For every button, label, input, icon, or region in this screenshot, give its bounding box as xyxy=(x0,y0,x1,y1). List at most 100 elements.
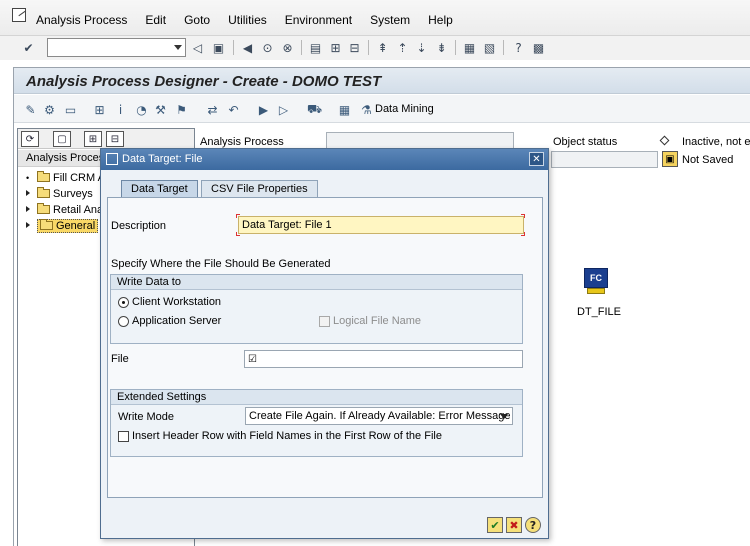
find-next-icon[interactable]: ⊟ xyxy=(347,40,362,55)
client-workstation-radio[interactable] xyxy=(118,297,129,308)
table-icon[interactable]: ▦ xyxy=(337,102,352,117)
file-target-icon-text: FC xyxy=(584,268,608,288)
field-corner-mark xyxy=(236,232,240,236)
write-mode-select[interactable]: Create File Again. If Already Available:… xyxy=(245,407,513,425)
tab-data-target[interactable]: Data Target xyxy=(121,180,198,197)
header-row-label: Insert Header Row with Field Names in th… xyxy=(132,430,442,442)
menu-items: Analysis Process Edit Goto Utilities Env… xyxy=(36,13,471,27)
menu-bar: Analysis Process Edit Goto Utilities Env… xyxy=(0,0,750,36)
undo-icon[interactable]: ↶ xyxy=(226,102,241,117)
menu-edit[interactable]: Edit xyxy=(145,13,166,27)
menu-icon[interactable] xyxy=(12,8,26,22)
folder-icon xyxy=(40,219,53,230)
analysis-process-field[interactable] xyxy=(326,132,514,149)
edit-pencil-icon[interactable]: ✎ xyxy=(23,102,38,117)
create-session-icon[interactable]: ▦ xyxy=(462,40,477,55)
file-target-icon[interactable]: FC xyxy=(584,268,608,296)
file-target-icon-base xyxy=(587,288,605,294)
truck-icon[interactable]: ⛟ xyxy=(307,102,322,117)
exit-icon[interactable]: ⊙ xyxy=(260,40,275,55)
next-page-icon[interactable]: ⇣ xyxy=(414,40,429,55)
application-toolbar: ✎ ⚙ ▭ ⊞ ⅰ ◔ ⚒ ⚑ ⇄ ↶ ▶ ▷ ⛟ ▦ ⚗ Data Minin… xyxy=(14,95,750,123)
command-field[interactable] xyxy=(47,38,186,57)
menu-help[interactable]: Help xyxy=(428,13,453,27)
tree-item-label: Fill CRM A xyxy=(53,172,105,184)
write-mode-value: Create File Again. If Already Available:… xyxy=(249,410,511,422)
enter-icon[interactable]: ✔ xyxy=(21,40,36,55)
toolbar-separator xyxy=(368,40,369,55)
tab-csv-file-properties[interactable]: CSV File Properties xyxy=(201,180,318,197)
activate-icon[interactable]: ⚙ xyxy=(42,102,57,117)
application-server-label: Application Server xyxy=(132,315,222,327)
tree-item-label: Retail Ana xyxy=(53,204,104,216)
file-field[interactable]: ☑ xyxy=(244,350,523,368)
last-page-icon[interactable]: ⇟ xyxy=(434,40,449,55)
tree-item[interactable]: Retail Ana xyxy=(26,203,104,219)
back-icon[interactable]: ◀ xyxy=(240,40,255,55)
first-page-icon[interactable]: ⇞ xyxy=(375,40,390,55)
menu-system[interactable]: System xyxy=(370,13,410,27)
expand-arrow-icon[interactable] xyxy=(26,222,30,228)
tree-item[interactable]: Surveys xyxy=(26,187,93,203)
client-workstation-label: Client Workstation xyxy=(132,296,222,308)
check-icon[interactable]: ◔ xyxy=(134,102,149,117)
toolbar-separator xyxy=(301,40,302,55)
help-question-icon[interactable]: ? xyxy=(525,517,541,533)
object-status-field[interactable] xyxy=(551,151,658,168)
dialog-title-bar: Data Target: File ✕ xyxy=(101,149,548,170)
application-server-radio[interactable] xyxy=(118,316,129,327)
tree-toolbar: ⟳ ▢ ⊞ ⊟ xyxy=(18,129,194,149)
title-band: Analysis Process Designer - Create - DOM… xyxy=(14,68,750,94)
menu-analysis-process[interactable]: Analysis Process xyxy=(36,13,127,27)
folder-icon xyxy=(37,171,50,182)
extended-settings-group: Extended Settings Write Mode Create File… xyxy=(110,389,523,457)
chevron-down-icon[interactable] xyxy=(174,45,182,50)
tree-item[interactable]: • Fill CRM A xyxy=(26,171,105,187)
dialog-title: Data Target: File xyxy=(122,153,203,165)
folder-icon xyxy=(37,187,50,198)
expand-arrow-icon[interactable] xyxy=(26,190,30,196)
status-text: Inactive, not e xyxy=(682,136,750,148)
tree-new-icon[interactable]: ▢ xyxy=(53,131,71,147)
description-label: Description xyxy=(111,220,167,232)
chevron-down-icon[interactable] xyxy=(500,414,508,419)
header-row-checkbox[interactable] xyxy=(118,431,129,442)
layout-icon[interactable]: ▩ xyxy=(531,40,546,55)
save-icon[interactable]: ▣ xyxy=(211,40,226,55)
description-field[interactable]: Data Target: File 1 xyxy=(238,216,524,234)
find-icon[interactable]: ⊞ xyxy=(328,40,343,55)
write-mode-label: Write Mode xyxy=(118,411,175,423)
previous-page-icon[interactable]: ⇡ xyxy=(395,40,410,55)
transport-icon[interactable]: ⇄ xyxy=(205,102,220,117)
hierarchy-icon[interactable]: ⊞ xyxy=(92,102,107,117)
info-icon[interactable]: ⅰ xyxy=(113,102,128,117)
tree-find-next-icon[interactable]: ⊟ xyxy=(106,131,124,147)
display-icon[interactable]: ▭ xyxy=(63,102,78,117)
shortcut-icon[interactable]: ▧ xyxy=(482,40,497,55)
cancel-icon[interactable]: ⊗ xyxy=(280,40,295,55)
help-icon[interactable]: ? xyxy=(511,40,526,55)
execute-icon[interactable]: ▶ xyxy=(256,102,271,117)
data-mining-label[interactable]: Data Mining xyxy=(375,103,434,115)
tree-item-label: General xyxy=(56,220,96,232)
settings-icon[interactable]: ⚒ xyxy=(153,102,168,117)
menu-environment[interactable]: Environment xyxy=(285,13,352,27)
tree-refresh-icon[interactable]: ⟳ xyxy=(21,131,39,147)
expand-arrow-icon[interactable] xyxy=(26,206,30,212)
back-arrow-icon[interactable]: ◁ xyxy=(190,40,205,55)
tools-icon[interactable]: ⚑ xyxy=(174,102,189,117)
menu-goto[interactable]: Goto xyxy=(184,13,210,27)
toolbar-separator xyxy=(455,40,456,55)
print-icon[interactable]: ▤ xyxy=(308,40,323,55)
tree-find-icon[interactable]: ⊞ xyxy=(84,131,102,147)
menu-utilities[interactable]: Utilities xyxy=(228,13,267,27)
save-status-icon[interactable]: ▣ xyxy=(662,151,678,167)
execute-background-icon[interactable]: ▷ xyxy=(276,102,291,117)
toolbar-separator xyxy=(233,40,234,55)
close-icon[interactable]: ✕ xyxy=(529,152,544,166)
tree-item[interactable]: General xyxy=(26,219,99,235)
data-mining-icon[interactable]: ⚗ xyxy=(359,102,374,117)
confirm-check-icon[interactable]: ✔ xyxy=(487,517,503,533)
cancel-x-icon[interactable]: ✖ xyxy=(506,517,522,533)
tree-item-label: Surveys xyxy=(53,188,93,200)
